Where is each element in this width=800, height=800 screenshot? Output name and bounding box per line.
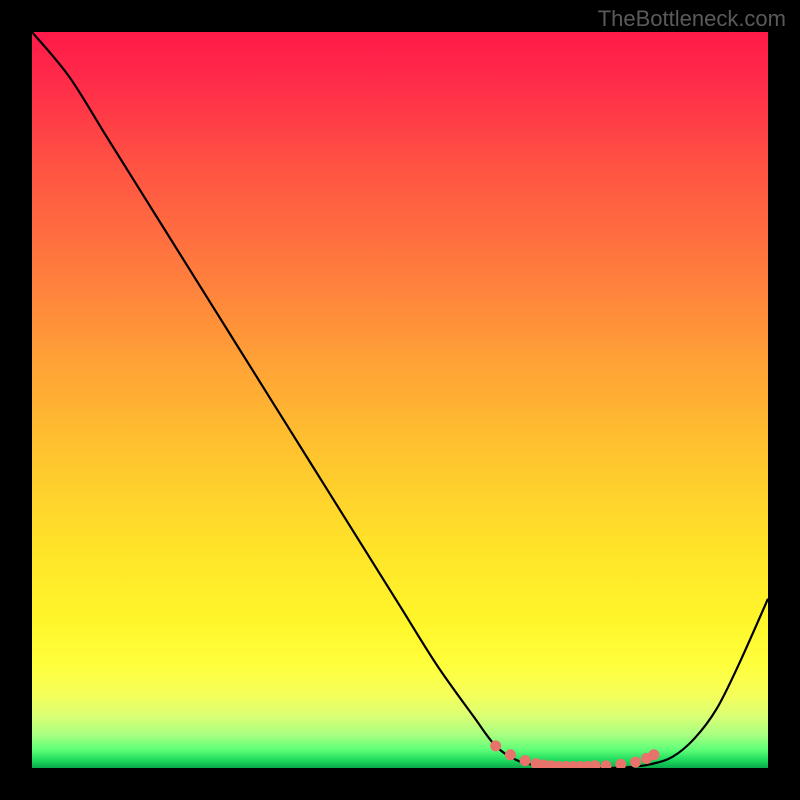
marker-dot [615,759,626,768]
bottleneck-curve-path [32,32,768,768]
marker-dot [490,740,501,751]
marker-dot [505,749,516,760]
watermark-text: TheBottleneck.com [598,6,786,32]
plot-area [32,32,768,768]
marker-dot [590,760,601,768]
marker-dot [520,755,531,766]
chart-curve [32,32,768,768]
marker-dot [601,760,612,768]
optimal-zone-markers [490,740,659,768]
marker-dot [630,757,641,768]
marker-dot [648,749,659,760]
